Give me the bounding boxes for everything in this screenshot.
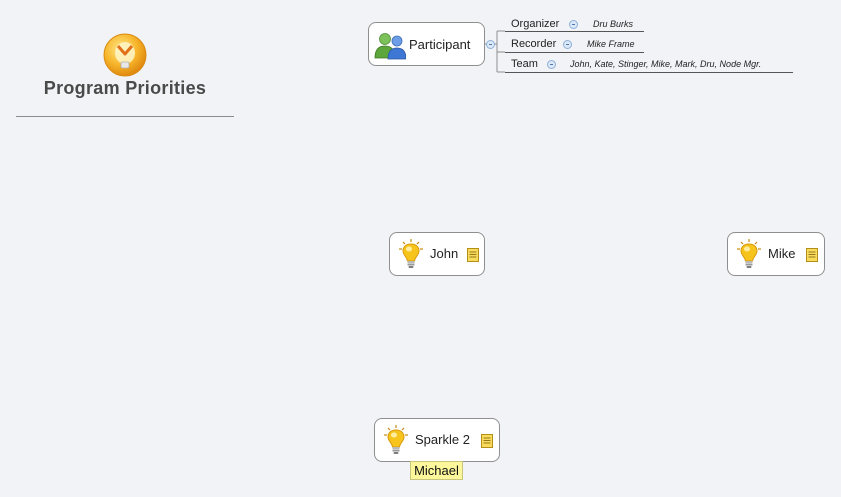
recorder-collapse-button[interactable] (563, 40, 572, 49)
organizer-collapse-button[interactable] (569, 20, 578, 29)
property-label-team: Team (511, 58, 538, 70)
topic-mike[interactable]: Mike (727, 232, 825, 276)
note-icon[interactable] (467, 248, 479, 262)
participant-collapse-button[interactable] (486, 40, 495, 49)
property-value-team[interactable]: John, Kate, Stinger, Mike, Mark, Dru, No… (570, 59, 761, 69)
note-icon[interactable] (481, 434, 493, 448)
lightbulb-icon (383, 424, 409, 456)
property-underline (575, 52, 644, 53)
topic-sparkle-2[interactable]: Sparkle 2 (374, 418, 500, 462)
property-label-recorder: Recorder (511, 38, 557, 50)
topic-label: Sparkle 2 (415, 432, 470, 447)
note-icon[interactable] (806, 248, 818, 262)
property-underline (505, 31, 580, 32)
team-collapse-button[interactable] (547, 60, 556, 69)
users-group-icon (374, 30, 407, 60)
lightbulb-icon (398, 238, 424, 270)
topic-john[interactable]: John (389, 232, 485, 276)
property-underline (559, 72, 793, 73)
property-value-organizer[interactable]: Dru Burks (593, 19, 633, 29)
callout-michael[interactable]: Michael (410, 461, 463, 480)
topic-label: John (430, 246, 459, 261)
lightbulb-icon (736, 238, 762, 270)
topic-label: Mike (768, 246, 796, 261)
participant-topic[interactable]: Participant (368, 22, 485, 66)
property-underline (505, 72, 559, 73)
property-underline (580, 31, 644, 32)
participant-topic-label: Participant (409, 37, 471, 52)
property-value-recorder[interactable]: Mike Frame (587, 39, 635, 49)
property-label-organizer: Organizer (511, 18, 560, 30)
property-underline (505, 52, 575, 53)
